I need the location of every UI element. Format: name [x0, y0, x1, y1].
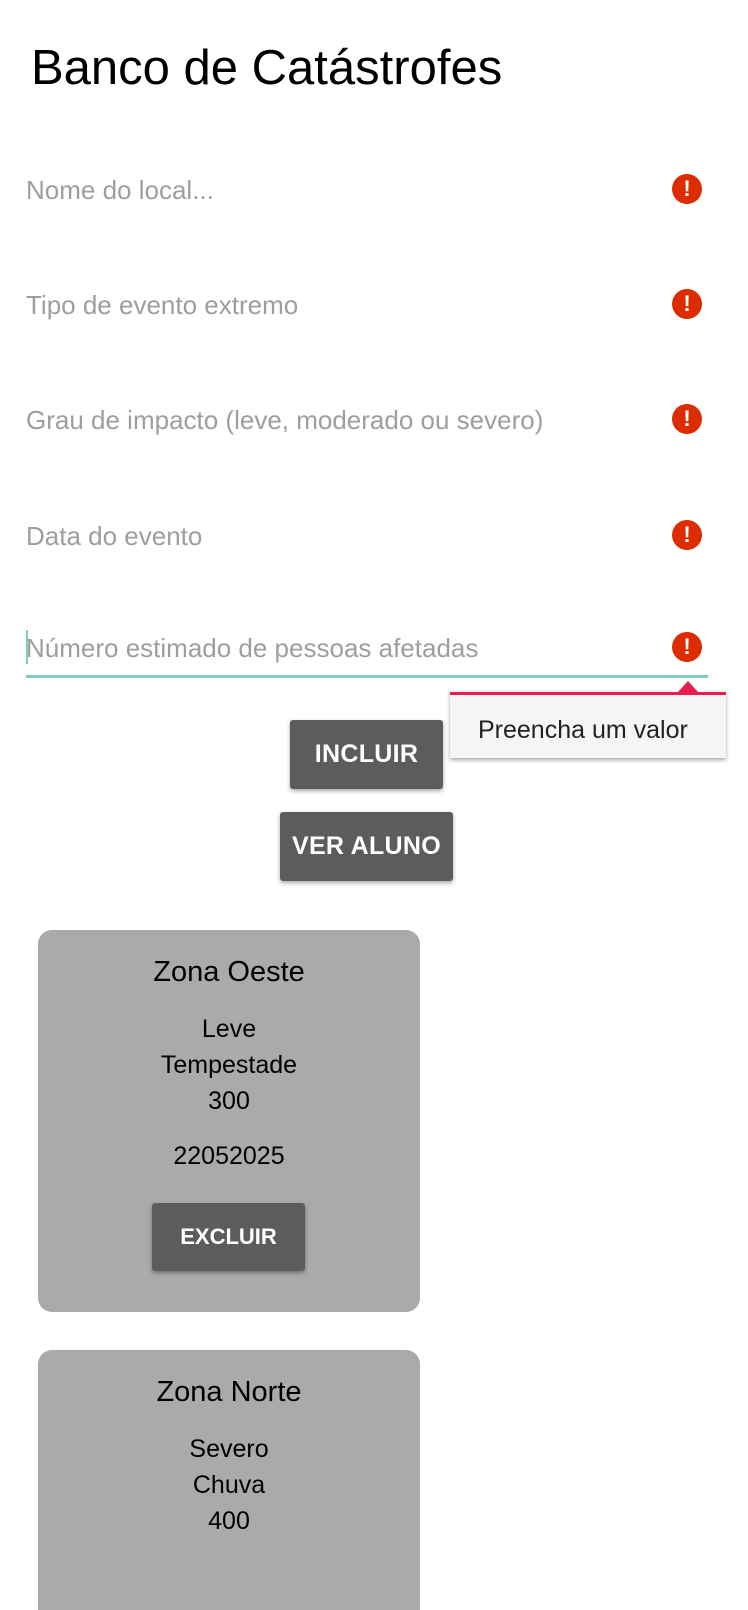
tipo-evento-input[interactable]: Tipo de evento extremo !: [26, 275, 708, 335]
error-icon: !: [672, 404, 702, 434]
excluir-button[interactable]: EXCLUIR: [152, 1203, 305, 1271]
grau-impacto-placeholder: Grau de impacto (leve, moderado ou sever…: [26, 405, 544, 435]
record-tipo: Tempestade: [160, 1051, 298, 1079]
page-title: Banco de Catástrofes: [31, 41, 503, 95]
record-tipo: Chuva: [192, 1471, 266, 1499]
tipo-evento-placeholder: Tipo de evento extremo: [26, 290, 299, 320]
error-icon: !: [672, 632, 702, 662]
record-grau: Severo: [189, 1435, 269, 1463]
grau-impacto-input[interactable]: Grau de impacto (leve, moderado ou sever…: [26, 390, 708, 450]
nome-local-placeholder: Nome do local...: [26, 175, 214, 205]
error-icon: !: [672, 520, 702, 550]
data-evento-input[interactable]: Data do evento !: [26, 506, 708, 566]
tooltip-arrow: [678, 681, 698, 692]
pessoas-afetadas-input[interactable]: Número estimado de pessoas afetadas !: [26, 618, 708, 678]
pessoas-afetadas-placeholder: Número estimado de pessoas afetadas: [26, 633, 479, 663]
nome-local-input[interactable]: Nome do local... !: [26, 160, 708, 220]
error-icon: !: [672, 289, 702, 319]
active-underline: [26, 675, 708, 678]
tooltip-text: Preencha um valor: [478, 716, 688, 744]
record-local: Zona Oeste: [153, 956, 305, 988]
error-icon: !: [672, 174, 702, 204]
record-pessoas: 400: [208, 1507, 250, 1535]
incluir-button[interactable]: INCLUIR: [290, 720, 443, 789]
record-grau: Leve: [201, 1015, 257, 1043]
record-pessoas: 300: [208, 1087, 250, 1115]
ver-aluno-button[interactable]: VER ALUNO: [280, 812, 453, 881]
validation-tooltip: Preencha um valor: [450, 681, 726, 758]
record-data: 22052025: [173, 1142, 285, 1170]
data-evento-placeholder: Data do evento: [26, 521, 203, 551]
record-local: Zona Norte: [156, 1376, 302, 1408]
record-card: Zona Oeste Leve Tempestade 300 22052025 …: [38, 930, 420, 1312]
record-card: Zona Norte Severo Chuva 400: [38, 1350, 420, 1610]
